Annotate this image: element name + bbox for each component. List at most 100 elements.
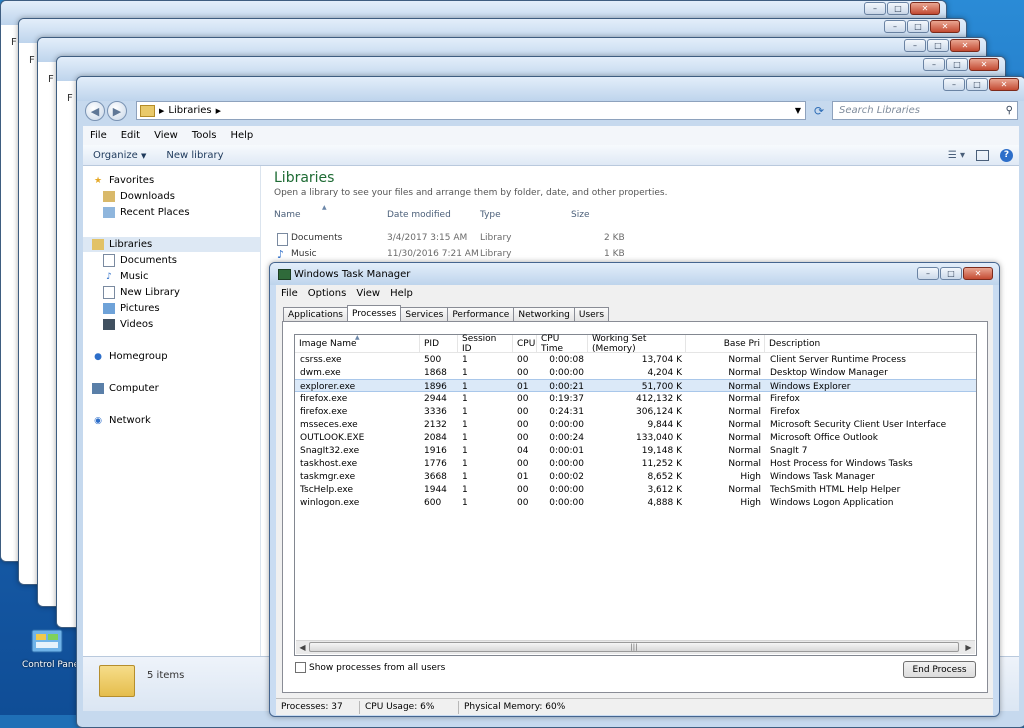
organize-button[interactable]: Organize ▼ [83,150,156,161]
nav-new-library[interactable]: New Library [103,285,260,300]
table-row[interactable]: csrss.exe 500 1 00 0:00:08 13,704 K Normal Clie… [295,353,976,366]
search-input[interactable]: Search Libraries ⚲ [832,101,1018,120]
minimize-icon[interactable]: – [904,39,926,52]
menu-view[interactable]: View [351,288,385,299]
cell-basepri: Normal [728,484,761,495]
column-description[interactable]: Description [765,335,977,352]
maximize-icon[interactable]: □ [946,58,968,71]
close-icon[interactable]: ✕ [989,78,1019,91]
nav-videos[interactable]: Videos [103,317,260,332]
table-row[interactable]: firefox.exe 3336 1 00 0:24:31 306,124 K Normal… [295,405,976,418]
menu-help[interactable]: Help [223,130,260,141]
cell-basepri: Normal [728,367,761,378]
control-panel-icon[interactable] [30,626,66,658]
nav-music[interactable]: ♪ Music [103,269,260,284]
breadcrumb-libraries[interactable]: Libraries [168,105,211,116]
menu-file[interactable]: File [276,288,303,299]
nav-downloads[interactable]: Downloads [103,189,260,204]
nav-recent-places[interactable]: Recent Places [103,205,260,220]
nav-computer[interactable]: Computer [92,381,260,396]
menu-help[interactable]: Help [385,288,418,299]
column-image-name[interactable]: Image Name [295,335,420,352]
list-item[interactable]: ♪ Music 11/30/2016 7:21 AM Library 1 KB [274,247,634,262]
end-process-button[interactable]: End Process [903,661,976,678]
help-icon[interactable]: ? [1000,148,1013,162]
column-pid[interactable]: PID [420,335,458,352]
close-icon[interactable]: ✕ [910,2,940,15]
menu-options[interactable]: Options [303,288,352,299]
column-date-modified[interactable]: Date modified [387,210,451,220]
nav-homegroup[interactable]: ● Homegroup [92,349,260,364]
close-icon[interactable]: ✕ [930,20,960,33]
refresh-button[interactable]: ⟳ [810,101,828,120]
maximize-icon[interactable]: □ [907,20,929,33]
menu-view[interactable]: View [147,130,185,141]
task-manager-window[interactable]: Windows Task Manager – □ ✕ File Options … [269,262,1000,717]
table-row[interactable]: taskhost.exe 1776 1 00 0:00:00 11,252 K Normal… [295,457,976,470]
breadcrumb-chevron-icon[interactable]: ▶ [216,107,221,115]
control-panel-label[interactable]: Control Panel [22,660,82,670]
menu-file[interactable]: File [83,130,114,141]
maximize-icon[interactable]: □ [966,78,988,91]
column-session-id[interactable]: Session ID [458,334,513,354]
minimize-icon[interactable]: – [864,2,886,15]
column-cpu[interactable]: CPU [513,335,537,352]
minimize-icon[interactable]: – [884,20,906,33]
nav-documents[interactable]: Documents [103,253,260,268]
table-row[interactable]: dwm.exe 1868 1 00 0:00:00 4,204 K Normal Deskto… [295,366,976,379]
nav-network[interactable]: ◉ Network [92,413,260,428]
column-type[interactable]: Type [480,210,501,220]
search-icon[interactable]: ⚲ [1006,105,1013,116]
close-icon[interactable]: ✕ [969,58,999,71]
checkbox-box[interactable] [295,662,306,673]
scroll-right-icon[interactable]: ▶ [963,642,974,653]
minimize-icon[interactable]: – [917,267,939,280]
nav-favorites[interactable]: ★ Favorites [92,173,260,188]
horizontal-scrollbar[interactable]: ◀ ||| ▶ [296,640,975,654]
forward-button[interactable]: ▶ [107,101,127,121]
cell-session: 1 [462,432,468,443]
tab-services[interactable]: Services [400,307,449,321]
minimize-icon[interactable]: – [943,78,965,91]
column-name[interactable]: Name [274,210,301,220]
scroll-left-icon[interactable]: ◀ [297,642,308,653]
table-row[interactable]: winlogon.exe 600 1 00 0:00:00 4,888 K High Wind… [295,496,976,509]
table-row[interactable]: SnagIt32.exe 1916 1 04 0:00:01 19,148 K Normal… [295,444,976,457]
table-row[interactable]: taskmgr.exe 3668 1 01 0:00:02 8,652 K High Wind… [295,470,976,483]
back-button[interactable]: ◀ [85,101,105,121]
explorer-menubar: File Edit View Tools Help [83,126,1019,145]
column-size[interactable]: Size [571,210,589,220]
maximize-icon[interactable]: □ [927,39,949,52]
close-icon[interactable]: ✕ [950,39,980,52]
table-row[interactable]: msseces.exe 2132 1 00 0:00:00 9,844 K Normal Mi… [295,418,976,431]
table-row[interactable]: OUTLOOK.EXE 2084 1 00 0:00:24 133,040 K Normal… [295,431,976,444]
tab-users[interactable]: Users [573,307,610,321]
address-bar[interactable]: ▶ Libraries ▶ ▼ [136,101,806,120]
preview-pane-icon[interactable] [976,149,989,161]
nav-libraries[interactable]: Libraries [83,237,260,252]
new-library-button[interactable]: New library [156,150,233,161]
address-dropdown-icon[interactable]: ▼ [795,106,801,115]
menu-tools[interactable]: Tools [185,130,224,141]
nav-pictures[interactable]: Pictures [103,301,260,316]
show-all-processes-checkbox[interactable]: Show processes from all users [295,662,445,673]
scrollbar-thumb[interactable]: ||| [309,642,959,652]
maximize-icon[interactable]: □ [887,2,909,15]
view-options-icon[interactable]: ☰ ▾ [948,150,965,161]
breadcrumb-separator-icon[interactable]: ▶ [159,107,164,115]
table-row[interactable]: firefox.exe 2944 1 00 0:19:37 412,132 K Normal… [295,392,976,405]
tab-applications[interactable]: Applications [283,307,348,321]
column-base-priority[interactable]: Base Pri [686,335,765,352]
table-row[interactable]: explorer.exe 1896 1 01 0:00:21 51,700 K Normal… [295,379,976,392]
table-row[interactable]: TscHelp.exe 1944 1 00 0:00:00 3,612 K Normal Te… [295,483,976,496]
column-cpu-time[interactable]: CPU Time [537,334,588,354]
list-item[interactable]: Documents 3/4/2017 3:15 AM Library 2 KB [274,231,634,246]
close-icon[interactable]: ✕ [963,267,993,280]
menu-edit[interactable]: Edit [114,130,147,141]
column-working-set[interactable]: Working Set (Memory) [588,334,686,354]
tab-processes[interactable]: Processes [346,305,402,321]
tab-networking[interactable]: Networking [513,307,575,321]
minimize-icon[interactable]: – [923,58,945,71]
maximize-icon[interactable]: □ [940,267,962,280]
tab-performance[interactable]: Performance [447,307,515,321]
